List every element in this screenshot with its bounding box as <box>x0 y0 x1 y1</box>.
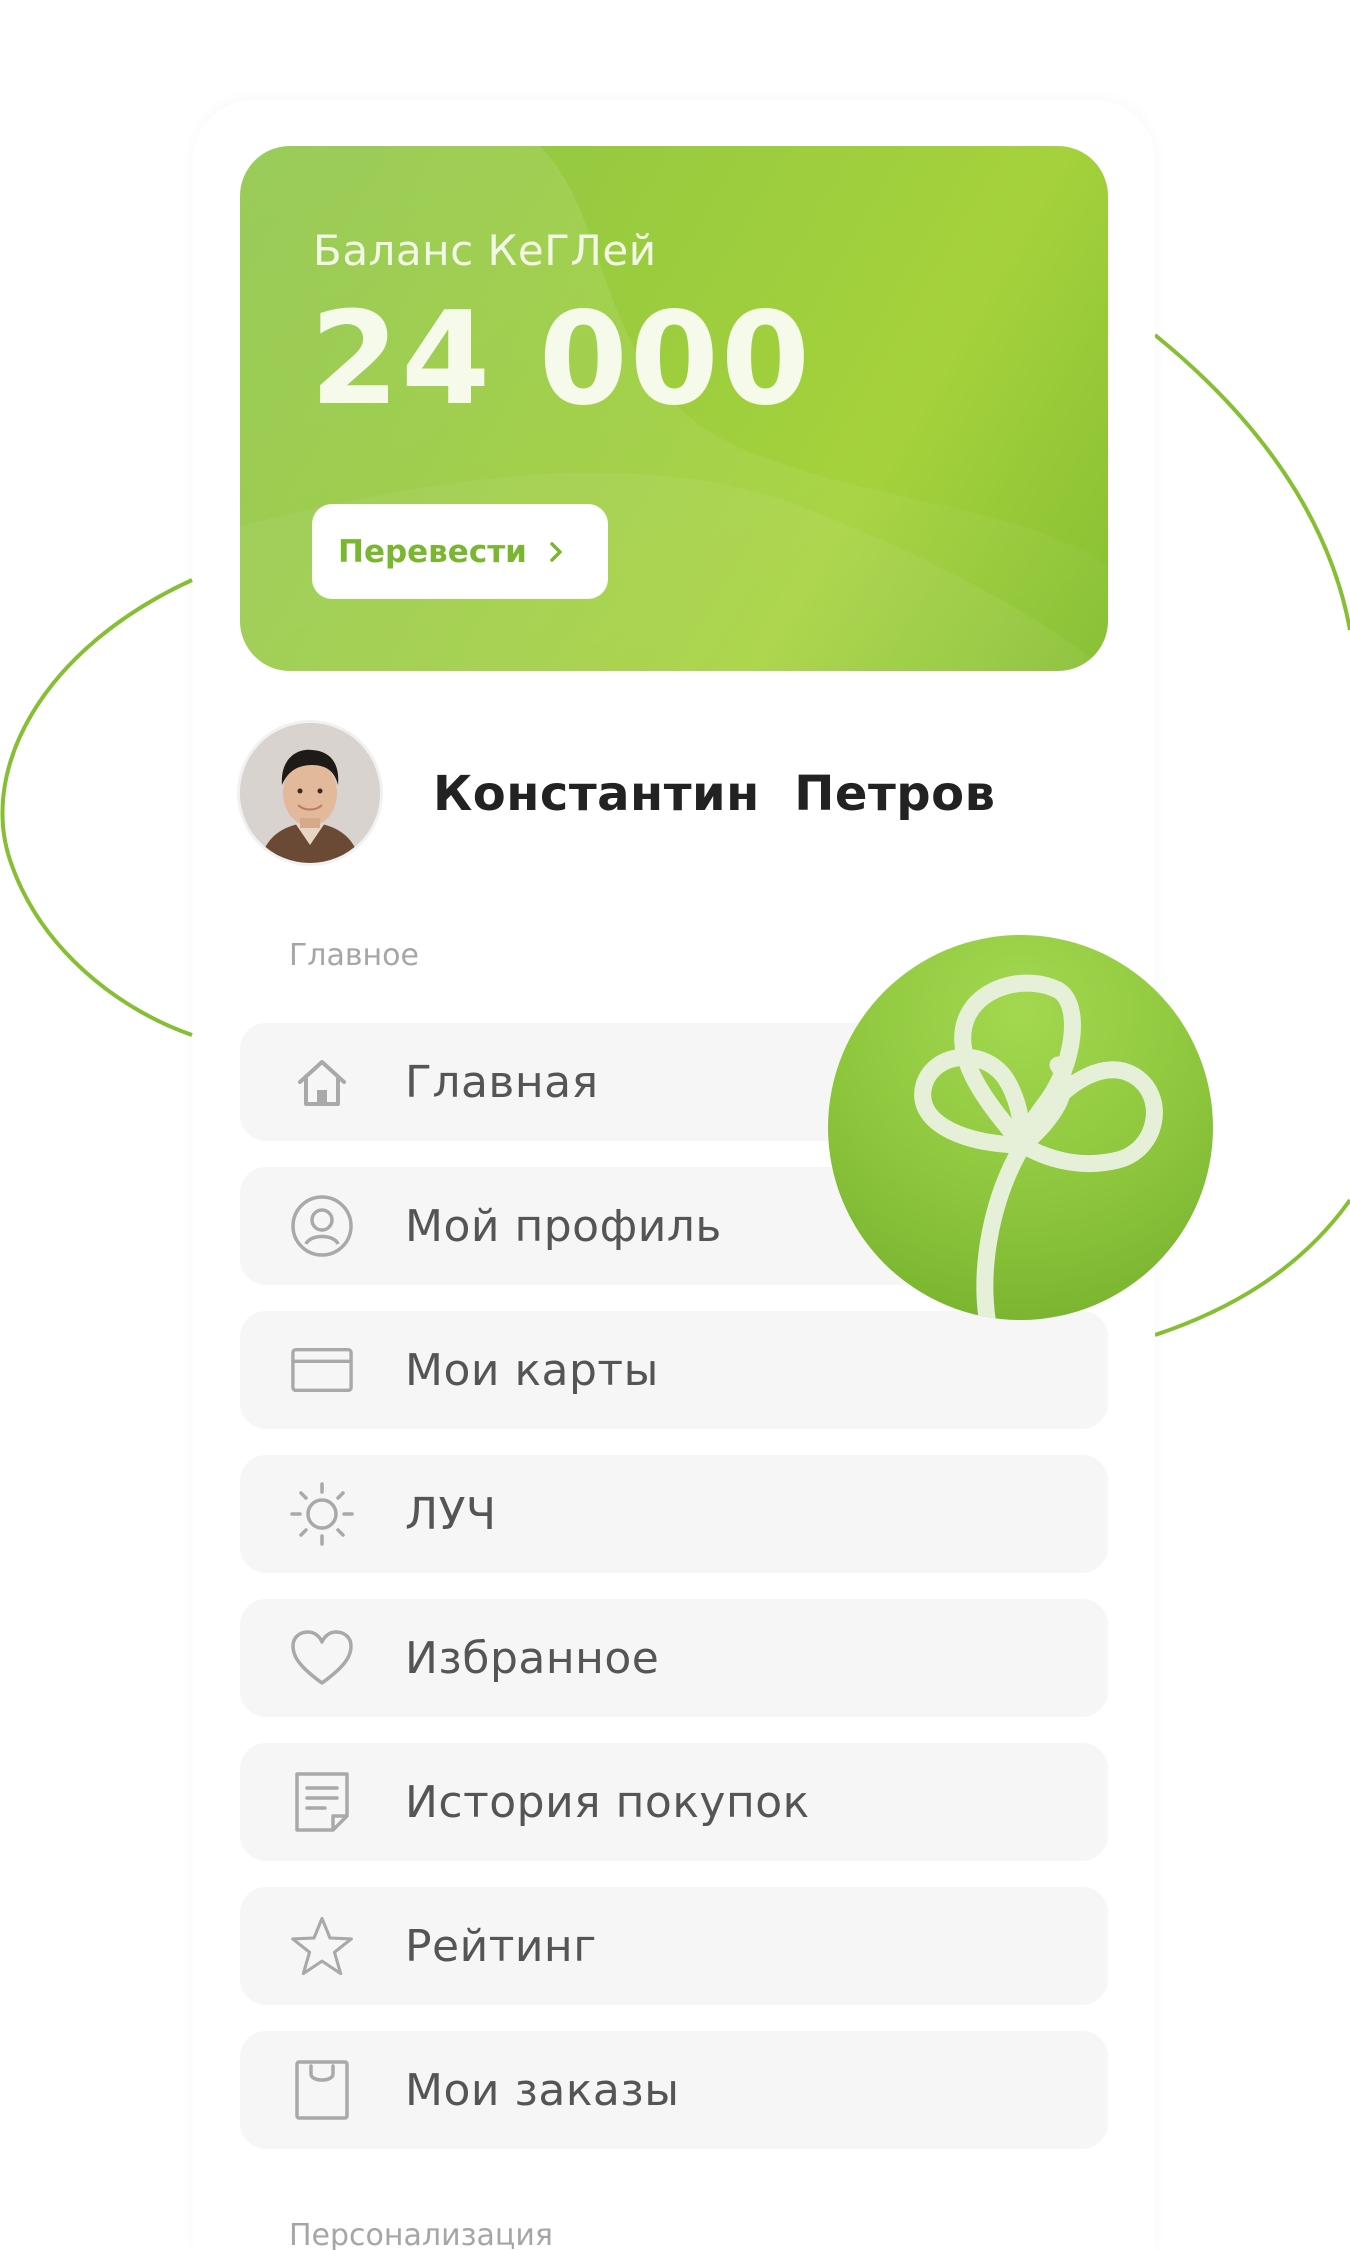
section-label-personalization: Персонализация <box>289 2218 553 2250</box>
menu-item-label: ЛУЧ <box>405 1489 497 1540</box>
avatar[interactable] <box>240 723 380 863</box>
heart-icon <box>290 1626 354 1690</box>
balance-amount: 24 000 <box>310 285 812 434</box>
menu-item-orders[interactable]: Мои заказы <box>240 2031 1108 2149</box>
transfer-button[interactable]: Перевести <box>312 504 608 599</box>
home-icon <box>290 1050 354 1114</box>
user-circle-icon <box>290 1194 354 1258</box>
profile-header[interactable]: Константин Петров <box>240 720 1100 865</box>
card-icon <box>290 1338 354 1402</box>
menu-item-label: Главная <box>405 1057 599 1108</box>
sun-icon <box>290 1482 354 1546</box>
menu-item-cards[interactable]: Мои карты <box>240 1311 1108 1429</box>
receipt-icon <box>290 1770 354 1834</box>
section-label-main: Главное <box>289 938 419 973</box>
menu-item-luch[interactable]: ЛУЧ <box>240 1455 1108 1573</box>
menu-item-rating[interactable]: Рейтинг <box>240 1887 1108 2005</box>
menu-item-label: Избранное <box>405 1633 660 1684</box>
menu-item-purchase-history[interactable]: История покупок <box>240 1743 1108 1861</box>
bag-icon <box>290 2058 354 2122</box>
clover-logo <box>828 935 1213 1320</box>
star-icon <box>290 1914 354 1978</box>
menu-item-label: Мои заказы <box>405 2065 680 2116</box>
balance-title: Баланс КеГЛей <box>313 226 657 275</box>
menu-item-label: Мои карты <box>405 1345 659 1396</box>
profile-name: Константин Петров <box>433 766 996 822</box>
menu-item-favorites[interactable]: Избранное <box>240 1599 1108 1717</box>
menu-item-label: История покупок <box>405 1777 810 1828</box>
balance-card: Баланс КеГЛей 24 000 Перевести <box>240 146 1108 671</box>
menu-item-label: Рейтинг <box>405 1921 597 1972</box>
chevron-right-icon <box>547 540 565 564</box>
menu-item-label: Мой профиль <box>405 1201 722 1252</box>
transfer-button-label: Перевести <box>338 533 527 570</box>
